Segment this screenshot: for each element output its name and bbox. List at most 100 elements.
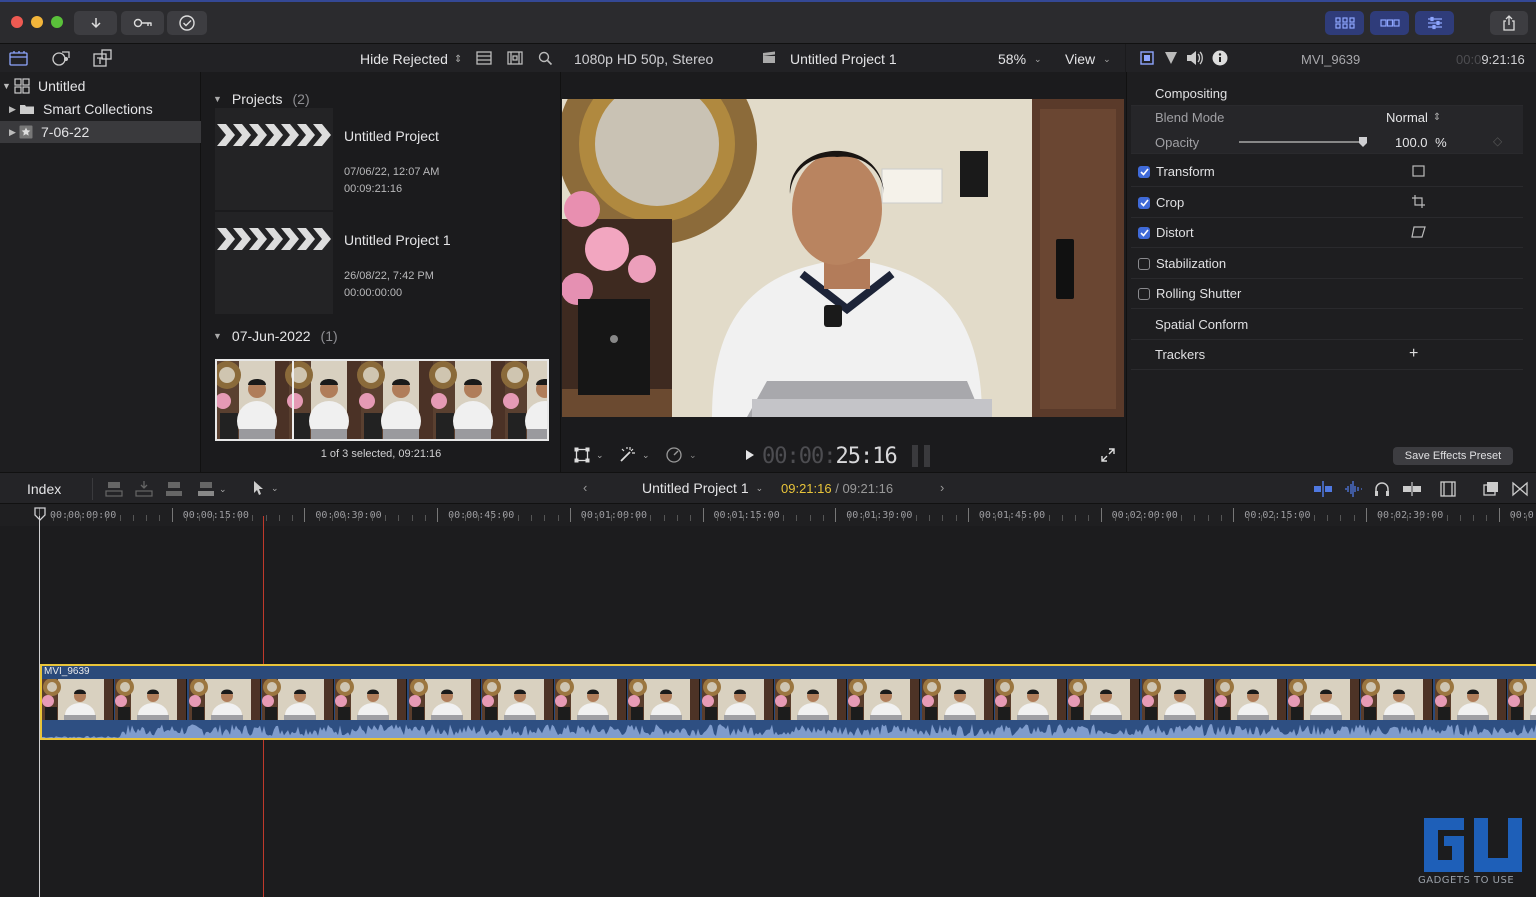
library-root[interactable]: ▼ Untitled — [0, 75, 201, 97]
crop-row[interactable]: Crop — [1131, 188, 1523, 218]
zoom-dropdown[interactable]: 58% ⌄ — [998, 51, 1042, 67]
viewer-timecode[interactable]: 00:00:25:16 — [762, 444, 898, 469]
disclosure-closed-icon[interactable]: ▶ — [9, 127, 19, 138]
playhead-marker-icon[interactable] — [34, 507, 46, 521]
clip-thumbnail — [555, 679, 628, 721]
view-dropdown[interactable]: View ⌄ — [1065, 51, 1111, 67]
rolling-shutter-row[interactable]: Rolling Shutter — [1131, 279, 1523, 309]
stabilization-checkbox[interactable] — [1138, 257, 1150, 270]
transform-icon[interactable] — [1412, 165, 1425, 177]
project-thumbnail[interactable] — [215, 212, 333, 314]
minimize-window-button[interactable] — [31, 16, 43, 28]
distort-icon[interactable] — [1411, 226, 1426, 238]
back-arrow-icon[interactable]: ‹ — [583, 480, 587, 495]
effects-browser-button[interactable] — [1483, 481, 1499, 497]
snapping-button[interactable] — [1402, 481, 1422, 497]
background-tasks-button[interactable] — [167, 11, 207, 35]
video-inspector-tab[interactable] — [1140, 51, 1154, 65]
insert-clip-button[interactable] — [135, 480, 153, 498]
sidebar-item-event[interactable]: ▶ 7-06-22 — [0, 121, 201, 143]
clip-thumbnail — [408, 679, 481, 721]
opacity-slider-track[interactable] — [1239, 137, 1367, 147]
close-window-button[interactable] — [11, 16, 23, 28]
forward-arrow-icon[interactable]: › — [940, 480, 944, 495]
audio-inspector-tab[interactable] — [1186, 50, 1204, 66]
clip-filmstrip[interactable] — [215, 359, 549, 441]
crop-icon[interactable] — [1412, 195, 1425, 208]
stabilization-row[interactable]: Stabilization — [1131, 249, 1523, 279]
skimming-button[interactable] — [1313, 481, 1333, 497]
keyframe-diamond-icon[interactable]: ◇ — [1493, 134, 1502, 148]
project-thumbnail[interactable] — [215, 108, 333, 210]
transitions-browser-button[interactable] — [1512, 481, 1528, 497]
trackers-row[interactable]: Trackers + — [1131, 340, 1523, 370]
play-button[interactable] — [745, 449, 755, 461]
title-bar — [0, 0, 1536, 44]
ruler-minor-tick — [584, 515, 586, 521]
disclosure-open-icon[interactable]: ▼ — [2, 81, 14, 91]
ruler-minor-tick — [769, 515, 771, 521]
tool-select-dropdown[interactable]: ⌄ — [253, 480, 279, 496]
timeline-toggle-button[interactable] — [1370, 11, 1409, 35]
spatial-conform-row[interactable]: Spatial Conform — [1131, 310, 1523, 340]
titles-generators-icon[interactable] — [93, 49, 113, 67]
transform-row[interactable]: Transform — [1131, 157, 1523, 187]
ruler-minor-tick — [982, 515, 984, 521]
rolling-shutter-checkbox[interactable] — [1138, 287, 1150, 300]
filmstrip-icon[interactable] — [507, 51, 523, 65]
timecode-dim: 00:0 — [1456, 52, 1482, 67]
compositing-header[interactable]: Compositing — [1131, 80, 1523, 106]
crop-checkbox[interactable] — [1138, 196, 1150, 209]
ruler-minor-tick — [132, 515, 134, 521]
ruler-minor-tick — [902, 515, 904, 521]
browser-toggle-button[interactable] — [1325, 11, 1364, 35]
timeline-ruler[interactable]: 00:00:00:00 00:00:15:00 00:00:30:00 00:00:4… — [0, 504, 1536, 526]
keywords-button[interactable] — [121, 11, 164, 35]
sidebar-item-smart-collections[interactable]: ▶ Smart Collections — [0, 98, 201, 120]
sidebar-item-label: Smart Collections — [43, 101, 153, 117]
import-button[interactable] — [74, 11, 117, 35]
append-clip-button[interactable] — [165, 480, 183, 498]
index-button[interactable]: Index — [27, 481, 61, 497]
search-icon[interactable] — [538, 51, 553, 66]
disclosure-closed-icon[interactable]: ▶ — [9, 104, 19, 115]
inspector-toggle-button[interactable] — [1415, 11, 1454, 35]
row-label: Trackers — [1155, 347, 1206, 362]
distort-row[interactable]: Distort — [1131, 218, 1523, 248]
info-inspector-tab[interactable] — [1212, 50, 1228, 66]
share-button[interactable] — [1490, 11, 1528, 35]
ruler-minor-tick — [1048, 515, 1050, 521]
viewer-project-name: Untitled Project 1 — [790, 51, 897, 67]
transform-checkbox[interactable] — [1138, 165, 1150, 178]
color-inspector-tab[interactable] — [1164, 51, 1178, 65]
save-effects-preset-button[interactable]: Save Effects Preset — [1393, 447, 1513, 465]
project-name[interactable]: Untitled Project 1 — [344, 232, 451, 248]
distort-checkbox[interactable] — [1138, 226, 1150, 239]
event-group-header[interactable]: ▼ 07-Jun-2022 (1) — [213, 328, 338, 344]
projects-group-header[interactable]: ▼ Projects (2) — [213, 91, 310, 107]
timeline-clip[interactable]: MVI_9639 — [40, 664, 1536, 740]
retime-dropdown[interactable]: ⌄ — [665, 446, 697, 464]
timeline-project-dropdown[interactable]: Untitled Project 1 ⌄ — [642, 480, 763, 496]
opacity-value-field[interactable]: 100.0 % — [1395, 135, 1447, 150]
connect-clip-button[interactable] — [105, 480, 123, 498]
fullscreen-button[interactable] — [1101, 448, 1115, 462]
audio-skimming-button[interactable] — [1343, 481, 1363, 497]
zoom-window-button[interactable] — [51, 16, 63, 28]
hide-rejected-dropdown[interactable]: Hide Rejected ⇕ — [360, 51, 462, 67]
list-view-icon[interactable] — [476, 51, 492, 65]
plus-icon[interactable]: + — [1409, 345, 1418, 363]
row-label: Crop — [1156, 195, 1185, 210]
enhancements-dropdown[interactable]: ⌄ — [618, 446, 650, 464]
solo-button[interactable] — [1374, 481, 1390, 497]
transform-tool-dropdown[interactable]: ⌄ — [574, 447, 604, 463]
blend-mode-popup[interactable]: Normal ⇕ — [1386, 110, 1441, 125]
overwrite-dropdown[interactable]: ⌄ — [197, 480, 227, 498]
project-name[interactable]: Untitled Project — [344, 128, 439, 144]
photos-audio-icon[interactable] — [51, 49, 71, 67]
opacity-slider-knob[interactable] — [1359, 137, 1367, 147]
viewer-video-frame[interactable] — [562, 99, 1124, 417]
libraries-icon[interactable] — [9, 50, 29, 66]
view-label: View — [1065, 51, 1096, 67]
clip-appearance-button[interactable] — [1440, 481, 1456, 497]
